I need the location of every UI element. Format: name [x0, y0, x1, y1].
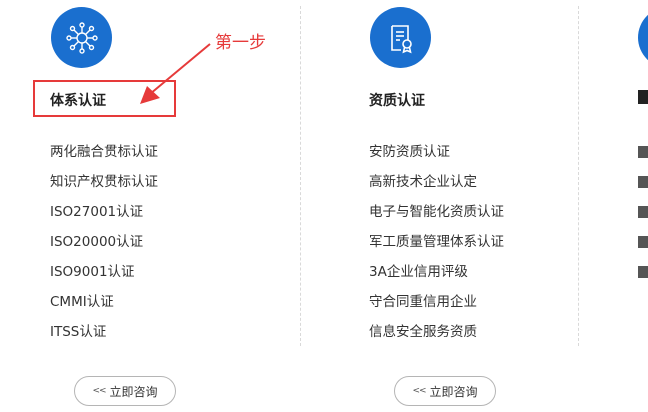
list-item[interactable]: ISO27001认证 — [50, 202, 158, 232]
list-item[interactable] — [638, 202, 648, 232]
column-qualification-certification: 资质认证 安防资质认证 高新技术企业认定 电子与智能化资质认证 军工质量管理体系… — [300, 0, 578, 412]
column-title: 资质认证 — [369, 93, 425, 109]
list-item[interactable]: ISO20000认证 — [50, 232, 158, 262]
list-item[interactable]: ITSS认证 — [50, 322, 158, 352]
partial-icon — [638, 7, 648, 68]
certification-list: 安防资质认证 高新技术企业认定 电子与智能化资质认证 军工质量管理体系认证 3A… — [369, 142, 504, 352]
list-item[interactable]: CMMI认证 — [50, 292, 158, 322]
button-label: 立即咨询 — [109, 384, 158, 399]
list-item[interactable]: 电子与智能化资质认证 — [369, 202, 504, 232]
list-item[interactable]: ISO9001认证 — [50, 262, 158, 292]
list-item[interactable] — [638, 262, 648, 292]
list-item[interactable]: 守合同重信用企业 — [369, 292, 504, 322]
annotation-highlight-box — [33, 80, 176, 117]
list-item[interactable] — [638, 172, 648, 202]
list-item[interactable]: 高新技术企业认定 — [369, 172, 504, 202]
column-system-certification: 体系认证 两化融合贯标认证 知识产权贯标认证 ISO27001认证 ISO200… — [0, 0, 300, 412]
list-item[interactable]: 信息安全服务资质 — [369, 322, 504, 352]
list-item[interactable]: 军工质量管理体系认证 — [369, 232, 504, 262]
button-label: 立即咨询 — [429, 384, 478, 399]
consult-now-button[interactable]: << 立即咨询 — [74, 376, 176, 406]
list-item[interactable]: 两化融合贯标认证 — [50, 142, 158, 172]
chevrons-left-icon: << — [412, 386, 426, 396]
annotation-step-label: 第一步 — [215, 33, 266, 53]
list-item[interactable] — [638, 142, 648, 172]
certification-list: 两化融合贯标认证 知识产权贯标认证 ISO27001认证 ISO20000认证 … — [50, 142, 158, 352]
list-item[interactable]: 安防资质认证 — [369, 142, 504, 172]
certificate-icon — [370, 7, 431, 68]
chevrons-left-icon: << — [92, 386, 106, 396]
list-item[interactable] — [638, 232, 648, 262]
consult-now-button[interactable]: << 立即咨询 — [394, 376, 496, 406]
certification-list-partial — [638, 142, 648, 292]
column-partial — [578, 0, 648, 412]
network-nodes-icon — [51, 7, 112, 68]
list-item[interactable]: 知识产权贯标认证 — [50, 172, 158, 202]
column-title-partial — [638, 90, 648, 108]
list-item[interactable]: 3A企业信用评级 — [369, 262, 504, 292]
